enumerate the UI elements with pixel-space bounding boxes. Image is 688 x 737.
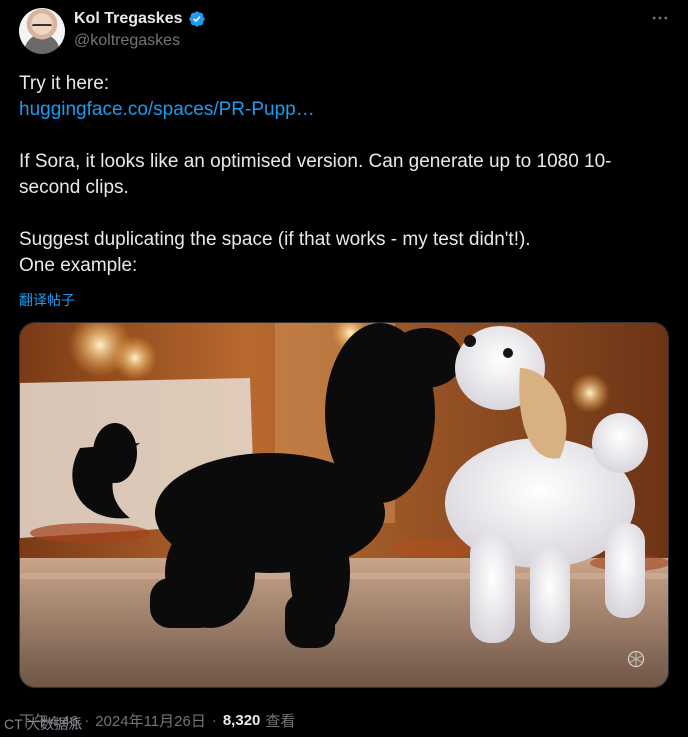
author-display-name[interactable]: Kol Tregaskes — [74, 10, 183, 28]
tweet-text: Try it here: huggingface.co/spaces/PR-Pu… — [19, 71, 659, 279]
verified-badge-icon — [188, 10, 206, 28]
views-count: 8,320 — [222, 712, 261, 729]
translate-post-link[interactable]: 翻译帖子 — [19, 290, 75, 310]
tweet-line-suggest: Suggest duplicating the space (if that w… — [19, 229, 531, 250]
author-handle[interactable]: @koltregaskes — [74, 32, 180, 50]
more-options-icon[interactable] — [648, 6, 672, 30]
openai-logo-icon — [626, 649, 646, 669]
meta-separator: · — [211, 712, 217, 729]
tweet-post: Kol Tregaskes @koltregaskes Try it here:… — [0, 0, 688, 737]
avatar[interactable] — [19, 8, 65, 54]
two-poodles-image — [20, 323, 668, 687]
huggingface-link[interactable]: huggingface.co/spaces/PR-Pupp… — [19, 99, 315, 120]
tweet-date[interactable]: 2024年11月26日 — [95, 710, 206, 731]
views-label: 查看 — [265, 713, 296, 730]
tweet-line-example: One example: — [19, 255, 138, 276]
tweet-line-try: Try it here: — [19, 73, 110, 94]
watermark-overlay-text: CT 大数据派 — [4, 716, 83, 732]
tweet-media-image[interactable] — [19, 322, 669, 688]
author-name-row: Kol Tregaskes — [74, 9, 206, 29]
meta-separator: · — [84, 712, 90, 729]
tweet-line-sora: If Sora, it looks like an optimised vers… — [19, 151, 612, 198]
